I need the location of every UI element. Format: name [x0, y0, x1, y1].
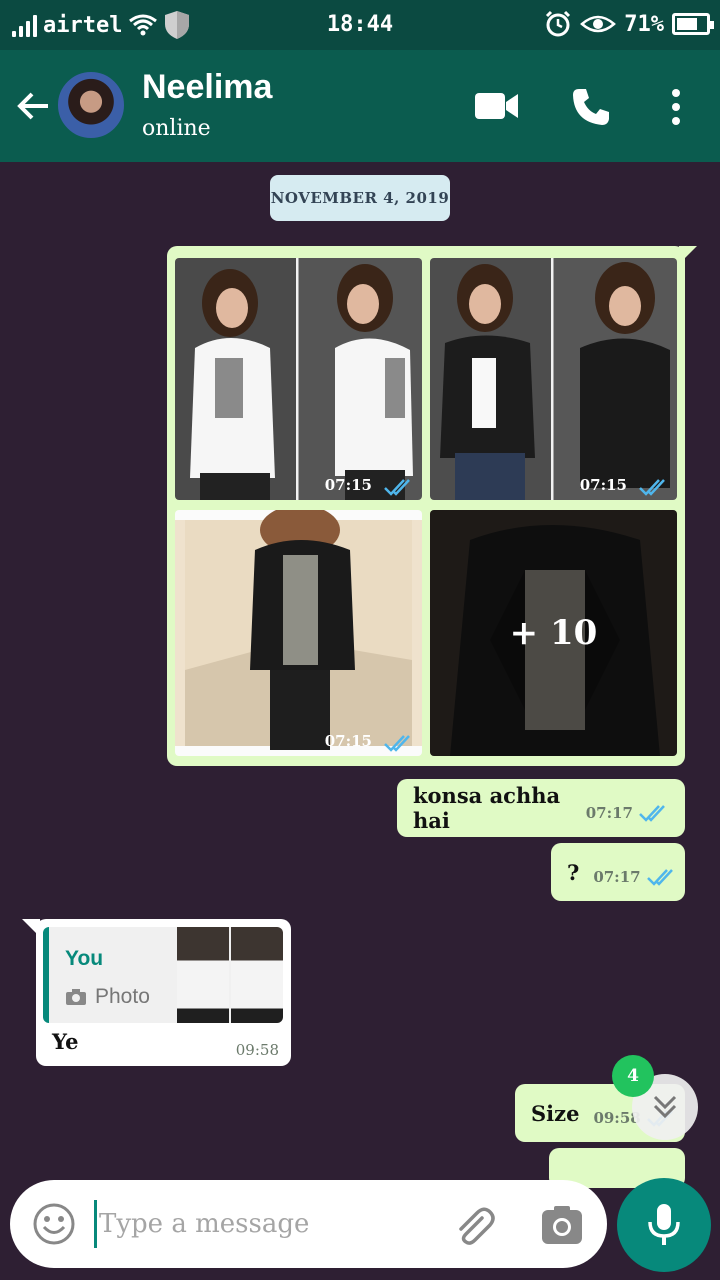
message-bubble[interactable]: konsa achha hai 07:17 — [397, 779, 685, 837]
voice-message-button[interactable] — [617, 1178, 711, 1272]
message-time: 09:58 — [235, 1041, 279, 1059]
status-right: 71% — [544, 10, 714, 38]
message-meta: 07:17 — [593, 868, 676, 886]
more-photos-overlay[interactable]: + 10 — [430, 510, 677, 756]
microphone-icon — [648, 1204, 680, 1245]
photo-album-message[interactable]: 07:15 07:15 07:15 + 10 — [167, 246, 697, 766]
more-options-icon[interactable] — [668, 88, 684, 126]
message-input[interactable] — [94, 1200, 434, 1248]
video-call-icon[interactable] — [474, 90, 520, 122]
attach-icon[interactable] — [452, 1204, 496, 1248]
emoji-icon[interactable] — [32, 1202, 76, 1246]
message-text: ? — [567, 859, 580, 885]
chat-header: Neelima online — [0, 50, 720, 162]
read-receipt-icon — [646, 869, 673, 886]
quoted-message[interactable]: You Photo — [43, 927, 283, 1023]
contact-status: online — [142, 116, 211, 141]
avatar[interactable] — [56, 70, 126, 140]
quote-author: You — [65, 947, 104, 970]
eye-icon — [580, 15, 617, 33]
read-receipt-icon — [639, 805, 665, 822]
status-bar: airtel 18:44 71% — [0, 0, 720, 50]
quote-type-label: Photo — [95, 985, 150, 1008]
double-chevron-down-icon — [653, 1095, 677, 1119]
quote-thumbnail — [177, 927, 283, 1023]
camera-small-icon — [66, 989, 86, 1005]
album-photo-4[interactable]: + 10 — [430, 510, 677, 756]
incoming-reply-message[interactable]: You Photo Ye 09:58 — [22, 919, 291, 1066]
read-receipt-icon — [384, 479, 410, 496]
quote-type: Photo — [65, 985, 150, 1009]
contact-name[interactable]: Neelima — [142, 68, 272, 107]
album-photo-1[interactable]: 07:15 — [175, 258, 422, 500]
message-composer — [10, 1180, 607, 1268]
message-time: 07:17 — [585, 804, 633, 822]
message-bubble[interactable]: ? 07:17 — [551, 843, 685, 901]
message-meta: 07:17 — [586, 804, 669, 822]
photo-time: 07:15 — [324, 732, 372, 750]
unread-count-badge[interactable]: 4 — [612, 1055, 654, 1097]
message-text: Size — [531, 1100, 580, 1126]
read-receipt-icon — [639, 479, 665, 496]
voice-call-icon[interactable] — [570, 86, 612, 128]
battery-icon — [672, 13, 714, 35]
leather-jacket-photo — [185, 510, 412, 750]
camera-icon[interactable] — [540, 1204, 584, 1246]
battery-percent: 71% — [624, 11, 664, 37]
album-photo-3[interactable]: 07:15 — [175, 510, 422, 756]
photo-time: 07:15 — [579, 476, 627, 494]
date-chip: NOVEMBER 4, 2019 — [270, 175, 450, 221]
album-photo-2[interactable]: 07:15 — [430, 258, 677, 500]
white-jacket-photo — [190, 264, 413, 500]
photo-time: 07:15 — [324, 476, 372, 494]
alarm-icon — [546, 10, 571, 37]
black-jacket-photo — [440, 262, 670, 500]
message-text: konsa achha hai — [413, 783, 561, 833]
back-arrow-icon[interactable] — [14, 86, 54, 126]
message-time: 07:17 — [593, 868, 641, 886]
read-receipt-icon — [384, 735, 410, 752]
message-text: Ye — [52, 1029, 79, 1054]
battery-fill — [677, 18, 697, 30]
